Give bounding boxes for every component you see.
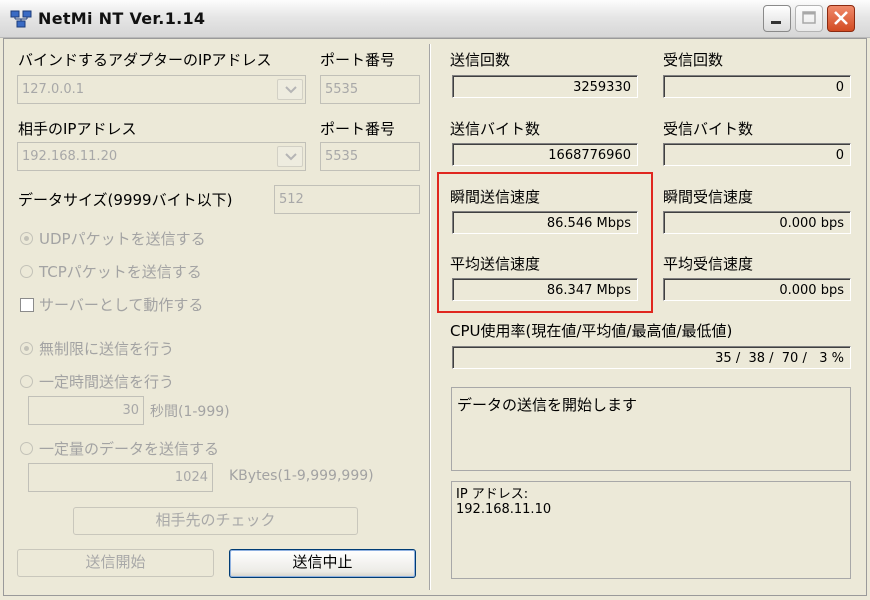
remote-ip-combo[interactable]: 192.168.11.20: [17, 142, 306, 171]
maximize-button[interactable]: [795, 5, 823, 32]
stop-send-button[interactable]: 送信中止: [229, 549, 416, 578]
remote-ip-label: 相手のIPアドレス: [18, 120, 137, 138]
remote-port-label: ポート番号: [320, 120, 396, 138]
cpu-usage-label: CPU使用率(現在値/平均値/最高値/最低値): [450, 322, 733, 340]
chevron-down-icon: [285, 153, 297, 161]
server-checkbox[interactable]: [20, 298, 34, 312]
ip-info-line2: 192.168.11.10: [456, 502, 552, 517]
inst-recv-value: 0.000 bps: [663, 211, 851, 234]
seconds-unit-label: 秒間(1-999): [150, 404, 230, 420]
panel-divider: [429, 44, 431, 590]
bind-ip-combo[interactable]: 127.0.0.1: [17, 75, 306, 104]
minimize-icon: [771, 21, 781, 24]
recv-count-label: 受信回数: [663, 51, 724, 69]
ip-info-box: IP アドレス: 192.168.11.10: [451, 481, 851, 579]
maximize-icon: [802, 11, 816, 24]
server-label: サーバーとして動作する: [39, 296, 204, 314]
remote-port-field[interactable]: 5535: [320, 142, 420, 171]
window-title: NetMi NT Ver.1.14: [38, 9, 206, 28]
timed-label: 一定時間送信を行う: [39, 373, 175, 391]
tcp-label: TCPパケットを送信する: [39, 263, 202, 281]
speed-highlight-box: [437, 172, 653, 313]
udp-radio[interactable]: [20, 232, 33, 245]
data-size-field[interactable]: 512: [274, 185, 420, 214]
udp-label: UDPパケットを送信する: [39, 230, 206, 248]
send-count-label: 送信回数: [450, 51, 511, 69]
avg-recv-label: 平均受信速度: [663, 255, 754, 273]
ip-info-line1: IP アドレス:: [456, 487, 529, 502]
remote-ip-dropdown-button[interactable]: [277, 146, 303, 167]
start-send-button[interactable]: 送信開始: [17, 549, 214, 577]
amount-label: 一定量のデータを送信する: [39, 440, 220, 458]
send-bytes-value: 1668776960: [452, 143, 638, 166]
chevron-down-icon: [285, 86, 297, 94]
inst-recv-label: 瞬間受信速度: [663, 188, 754, 206]
network-app-icon: [10, 10, 32, 28]
bind-port-field[interactable]: 5535: [320, 75, 420, 104]
recv-bytes-value: 0: [663, 143, 851, 166]
remote-ip-value: 192.168.11.20: [22, 149, 118, 164]
minimize-button[interactable]: [763, 5, 791, 32]
kbytes-field[interactable]: 1024: [28, 463, 213, 492]
tcp-radio[interactable]: [20, 265, 33, 278]
send-bytes-label: 送信バイト数: [450, 120, 541, 138]
bind-port-label: ポート番号: [320, 51, 396, 69]
recv-count-value: 0: [663, 75, 851, 98]
close-icon: [834, 11, 848, 25]
unlimited-label: 無制限に送信を行う: [39, 340, 175, 358]
amount-radio[interactable]: [20, 442, 33, 455]
timed-radio[interactable]: [20, 375, 33, 388]
data-size-label: データサイズ(9999バイト以下): [18, 191, 233, 209]
send-count-value: 3259330: [452, 75, 638, 98]
unlimited-radio[interactable]: [20, 342, 33, 355]
avg-recv-value: 0.000 bps: [663, 278, 851, 301]
bind-ip-value: 127.0.0.1: [22, 82, 85, 97]
check-remote-button[interactable]: 相手先のチェック: [73, 507, 358, 535]
seconds-field[interactable]: 30: [28, 396, 144, 425]
bind-ip-dropdown-button[interactable]: [277, 79, 303, 100]
status-message-box: データの送信を開始します: [451, 387, 851, 471]
cpu-usage-value: 35 / 38 / 70 / 3 %: [452, 346, 851, 369]
kbytes-unit-label: KBytes(1-9,999,999): [229, 468, 374, 484]
status-message: データの送信を開始します: [457, 396, 638, 414]
recv-bytes-label: 受信バイト数: [663, 120, 754, 138]
close-button[interactable]: [827, 5, 855, 32]
bind-adapter-label: バインドするアダプターのIPアドレス: [18, 51, 272, 69]
